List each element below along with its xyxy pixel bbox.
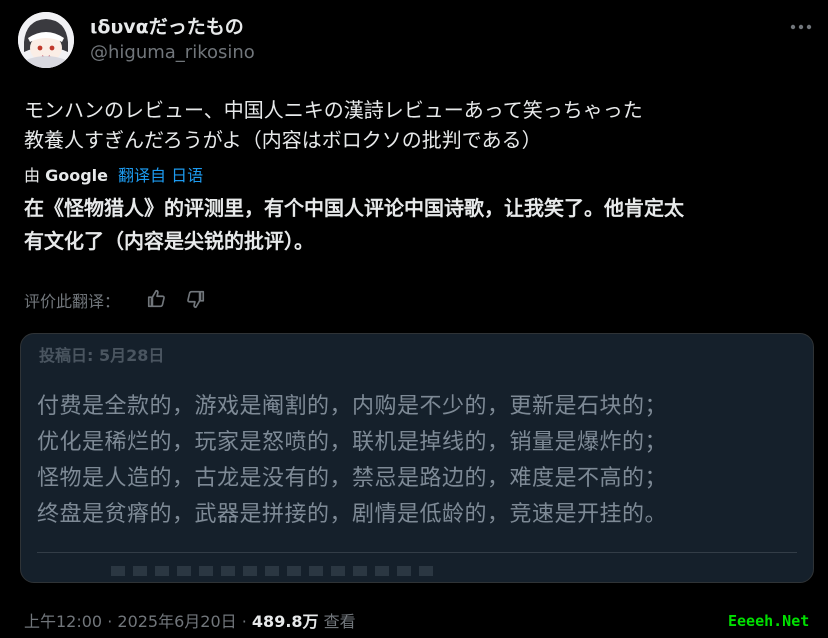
views-count[interactable]: 489.8万 xyxy=(252,612,319,631)
translation-provider: Google xyxy=(45,166,109,185)
avatar-image xyxy=(18,12,74,68)
meta-separator: · xyxy=(102,612,118,631)
watermark: Eeeeh.Net xyxy=(728,612,810,630)
tweet-text-line: モンハンのレビュー、中国人ニキの漢詩レビューあって笑っちゃった xyxy=(24,98,643,122)
translated-text-line: 有文化了（内容是尖锐的批评）。 xyxy=(24,229,314,253)
translated-from-link[interactable]: 翻译自 日语 xyxy=(118,162,203,186)
card-post-date: 投稿日: 5月28日 xyxy=(39,346,165,365)
tweet-meta: 上午12:00 · 2025年6月20日 · 489.8万 查看 xyxy=(24,608,356,632)
author-handle[interactable]: @higuma_rikosino xyxy=(90,42,255,63)
meta-separator: · xyxy=(236,612,252,631)
author-display-name[interactable]: ιδυvαだったもの xyxy=(90,12,244,39)
media-card[interactable]: 投稿日: 5月28日 付费是全款的，游戏是阉割的，内购是不少的，更新是石块的； … xyxy=(20,333,814,583)
views-label: 查看 xyxy=(323,612,356,631)
translated-by-prefix: 由 xyxy=(24,166,41,185)
rate-translation-label: 评价此翻译： xyxy=(24,292,121,311)
more-options-button[interactable] xyxy=(784,16,818,38)
card-text-line: 付费是全款的，游戏是阉割的，内购是不少的，更新是石块的； xyxy=(37,394,668,419)
card-text-line: 怪物是人造的，古龙是没有的，禁忌是路边的，难度是不高的； xyxy=(37,466,668,491)
thumbs-down-icon xyxy=(187,290,205,309)
tweet-time[interactable]: 上午12:00 xyxy=(24,612,102,631)
card-text-line: 终盘是贫瘠的，武器是拼接的，剧情是低龄的，竞速是开挂的。 xyxy=(37,502,668,527)
avatar[interactable] xyxy=(18,12,74,68)
card-faded-text xyxy=(111,566,441,576)
like-translation-button[interactable] xyxy=(146,288,168,310)
card-text-line: 优化是稀烂的，玩家是怒喷的，联机是掉线的，销量是爆炸的； xyxy=(37,430,668,455)
card-divider xyxy=(37,552,797,553)
more-horizontal-icon xyxy=(790,24,812,30)
dislike-translation-button[interactable] xyxy=(184,288,206,310)
translated-text-line: 在《怪物猎人》的评测里，有个中国人评论中国诗歌，让我笑了。他肯定太 xyxy=(24,196,684,220)
translated-by: 由 Google xyxy=(24,162,108,186)
tweet-text-line: 教養人すぎんだろうがよ（内容はボロクソの批判である） xyxy=(24,128,542,152)
thumbs-up-icon xyxy=(147,289,165,308)
tweet-date[interactable]: 2025年6月20日 xyxy=(117,612,236,631)
